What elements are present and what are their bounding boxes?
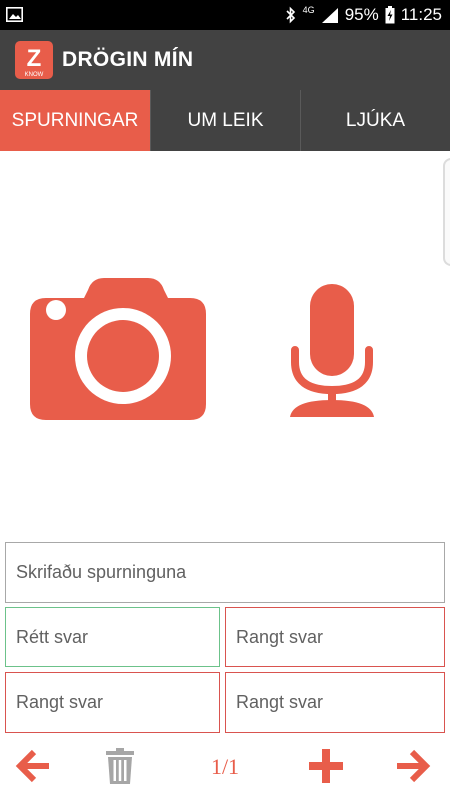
signal-strength-icon — [321, 7, 338, 23]
battery-charging-icon — [385, 6, 395, 24]
app-logo: Z KNOW — [15, 41, 53, 79]
network-type-label: 4G — [302, 5, 315, 15]
page-indicator: 1/1 — [210, 754, 240, 779]
tab-ljuka[interactable]: LJÚKA — [301, 90, 450, 151]
clock: 11:25 — [400, 5, 442, 24]
wrong-answer-input-3[interactable]: Rangt svar — [225, 672, 445, 733]
status-bar: 4G 95% 11:25 — [0, 0, 450, 30]
arrow-right-icon[interactable] — [396, 748, 432, 784]
plus-icon[interactable] — [309, 749, 343, 783]
question-input[interactable]: Skrifaðu spurninguna — [5, 542, 445, 603]
app-bar: Z KNOW DRÖGIN MÍN — [0, 30, 450, 90]
image-notification-icon — [6, 7, 23, 22]
correct-answer-input[interactable]: Rétt svar — [5, 607, 220, 667]
tab-bar: SPURNINGAR UM LEIK LJÚKA — [0, 90, 450, 151]
trash-icon[interactable] — [106, 748, 134, 784]
edge-panel-handle[interactable] — [443, 158, 450, 266]
bottom-navigation: 1/1 — [0, 740, 450, 800]
status-indicators: 4G 95% 11:25 — [285, 0, 442, 30]
bluetooth-icon — [286, 6, 295, 24]
camera-icon[interactable] — [30, 276, 206, 420]
tab-um-leik[interactable]: UM LEIK — [151, 90, 300, 151]
logo-mark: Z — [27, 45, 42, 72]
arrow-left-icon[interactable] — [14, 748, 50, 784]
wrong-answer-input-1[interactable]: Rangt svar — [225, 607, 445, 667]
app-title: DRÖGIN MÍN — [62, 48, 194, 71]
tab-spurningar[interactable]: SPURNINGAR — [0, 90, 150, 151]
microphone-icon[interactable] — [287, 284, 377, 417]
wrong-answer-input-2[interactable]: Rangt svar — [5, 672, 220, 733]
logo-subtext: KNOW — [25, 72, 44, 78]
battery-percentage: 95% — [344, 5, 379, 24]
